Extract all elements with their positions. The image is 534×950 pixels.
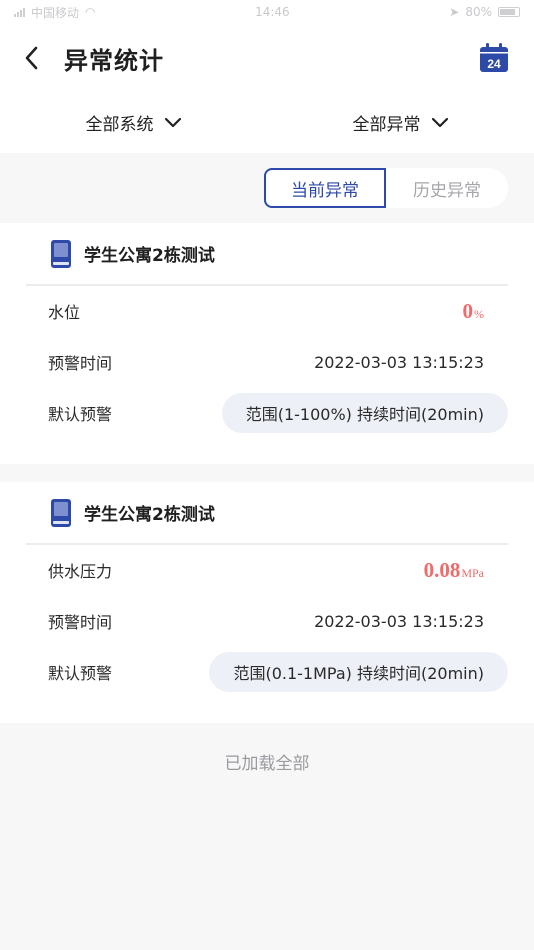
tabs-bar: 当前异常 历史异常 [0, 153, 534, 223]
book-icon [51, 239, 71, 268]
status-left: 中国移动 ◠ [14, 4, 96, 21]
warning-time-value: 2022-03-03 13:15:23 [314, 352, 484, 372]
metric-row: 水位 0% [26, 286, 508, 336]
rule-badge: 范围(1-100%) 持续时间(20min) [221, 393, 508, 433]
card-title: 学生公寓2栋测试 [84, 505, 215, 525]
warning-time-row: 预警时间 2022-03-03 13:15:23 [26, 596, 508, 646]
chevron-down-icon [164, 117, 181, 127]
calendar-day: 24 [487, 57, 501, 71]
metric-value: 0.08MPa [423, 557, 484, 582]
warning-time-value: 2022-03-03 13:15:23 [314, 611, 484, 631]
system-filter-label: 全部系统 [85, 115, 154, 135]
nav-header: 异常统计 24 [0, 24, 534, 92]
exception-card[interactable]: 学生公寓2栋测试 水位 0% 预警时间 2022-03-03 13:15:23 … [0, 223, 534, 464]
location-icon: ➤ [449, 5, 460, 19]
tab-history-exceptions[interactable]: 历史异常 [386, 168, 508, 208]
exception-card[interactable]: 学生公寓2栋测试 供水压力 0.08MPa 预警时间 2022-03-03 13… [0, 482, 534, 723]
card-title: 学生公寓2栋测试 [84, 246, 215, 266]
card-header: 学生公寓2栋测试 [26, 482, 508, 545]
exception-tabs: 当前异常 历史异常 [264, 168, 508, 208]
book-icon [51, 498, 71, 527]
page-title: 异常统计 [64, 46, 164, 75]
rule-badge: 范围(0.1-1MPa) 持续时间(20min) [209, 652, 508, 692]
signal-icon [14, 7, 25, 17]
calendar-button[interactable]: 24 [478, 42, 510, 74]
back-button[interactable] [24, 38, 54, 78]
rule-row: 默认预警 范围(0.1-1MPa) 持续时间(20min) [26, 647, 508, 697]
rule-row: 默认预警 范围(1-100%) 持续时间(20min) [26, 388, 508, 438]
warning-time-label: 预警时间 [48, 354, 113, 373]
metric-row: 供水压力 0.08MPa [26, 545, 508, 595]
exception-filter-label: 全部异常 [352, 115, 421, 135]
clock: 14:46 [255, 5, 290, 19]
carrier-text: 中国移动 [31, 5, 80, 20]
system-filter-dropdown[interactable]: 全部系统 [0, 110, 267, 135]
rule-label: 默认预警 [48, 664, 113, 683]
warning-time-row: 预警时间 2022-03-03 13:15:23 [26, 337, 508, 387]
chevron-down-icon [431, 117, 448, 127]
battery-text: 80% [465, 5, 492, 19]
status-right: ➤ 80% [449, 5, 520, 19]
card-header: 学生公寓2栋测试 [26, 223, 508, 286]
exception-filter-dropdown[interactable]: 全部异常 [267, 110, 534, 135]
warning-time-label: 预警时间 [48, 613, 113, 632]
battery-icon [497, 7, 520, 17]
metric-label: 供水压力 [48, 562, 113, 581]
chevron-left-icon [25, 46, 38, 70]
calendar-icon: 24 [480, 43, 508, 72]
rule-label: 默认预警 [48, 405, 113, 424]
filter-bar: 全部系统 全部异常 [0, 92, 534, 153]
status-bar: 中国移动 ◠ 14:46 ➤ 80% [0, 0, 534, 24]
metric-label: 水位 [48, 303, 81, 322]
metric-value: 0% [462, 298, 485, 323]
wifi-icon: ◠ [85, 5, 96, 19]
load-complete-text: 已加载全部 [224, 754, 310, 774]
tab-current-exceptions[interactable]: 当前异常 [264, 168, 386, 208]
